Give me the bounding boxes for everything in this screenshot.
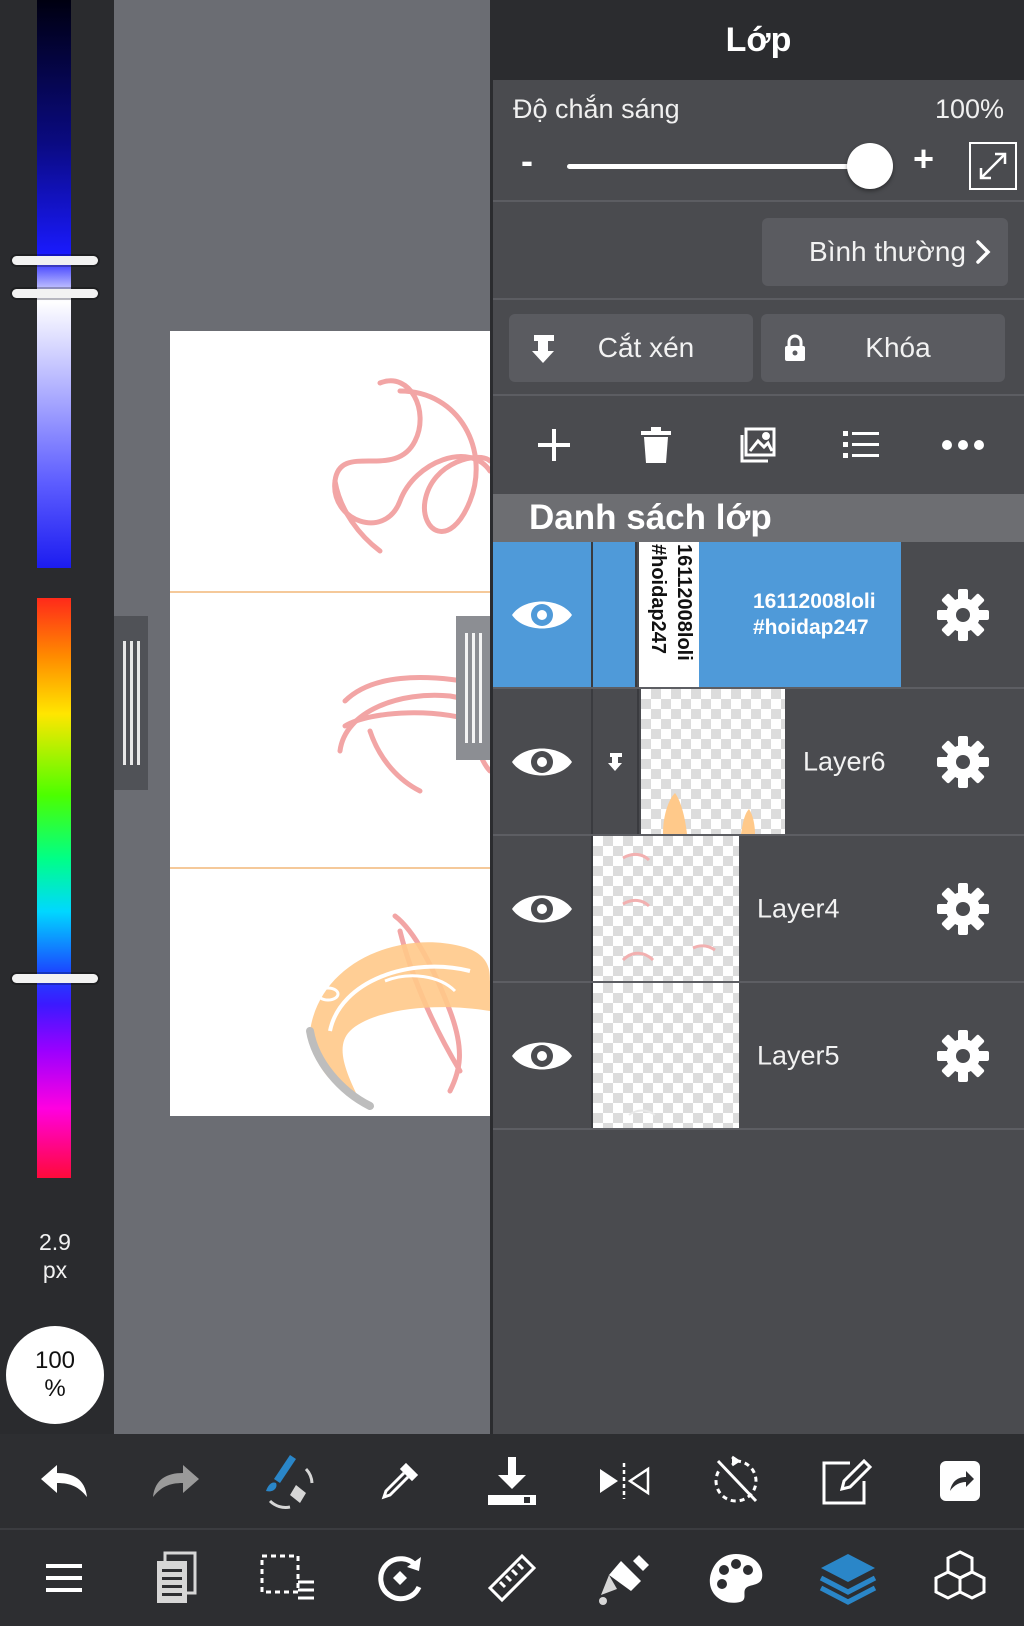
selection-icon[interactable] <box>253 1543 323 1613</box>
materials-icon[interactable] <box>925 1543 995 1613</box>
import-icon[interactable] <box>477 1446 547 1516</box>
thumbnail-text: 16112008loli #hoidap247 <box>647 544 695 661</box>
clipping-button[interactable]: Cắt xén <box>509 314 753 382</box>
hue-handle[interactable] <box>12 974 98 983</box>
brush-size-readout[interactable]: 2.9 px <box>20 1228 90 1284</box>
layer-list-title: Danh sách lớp <box>529 498 772 537</box>
layer-name[interactable]: 16112008loli #hoidap247 <box>743 542 901 687</box>
lock-button[interactable]: Khóa <box>761 314 1005 382</box>
layer-thumbnail <box>593 983 739 1128</box>
layer-name[interactable]: Layer4 <box>757 893 840 924</box>
add-layer-icon[interactable] <box>528 419 580 471</box>
sketch-artwork <box>306 378 490 1110</box>
more-icon[interactable] <box>937 419 989 471</box>
layer-name-line1: 16112008loli <box>753 589 876 613</box>
layer-opacity-section: Độ chắn sáng 100% - + <box>493 80 1024 202</box>
left-drawer-handle[interactable] <box>114 616 148 790</box>
brush-opacity-button[interactable]: 100 % <box>6 1326 104 1424</box>
layer-opacity-slider[interactable] <box>567 164 871 169</box>
clipping-label: Cắt xén <box>597 332 695 363</box>
layer-thumbnail <box>593 836 739 981</box>
layer-opacity-label: Độ chắn sáng <box>513 94 680 124</box>
layer-opacity-knob[interactable] <box>847 143 893 189</box>
layer-row[interactable]: Layer4 <box>493 836 1024 983</box>
flip-icon[interactable] <box>589 1446 659 1516</box>
layer-highlight <box>699 542 743 687</box>
layer-panel: Lớp Độ chắn sáng 100% - + Bình thường Cắ… <box>490 0 1024 1434</box>
brush-size-value: 2.9 <box>39 1229 71 1255</box>
layer-clip-indicator <box>593 542 637 687</box>
toolbar-row-menus <box>0 1530 1024 1626</box>
pages-icon[interactable] <box>141 1543 211 1613</box>
layer-row[interactable]: 16112008loli #hoidap247 16112008loli #ho… <box>493 542 1024 689</box>
rotate-view-icon[interactable] <box>365 1543 435 1613</box>
opacity-decrease-button[interactable]: - <box>521 140 533 182</box>
redo-icon[interactable] <box>141 1446 211 1516</box>
right-drawer-handle[interactable] <box>456 616 490 760</box>
brightness-handle[interactable] <box>12 289 98 298</box>
export-icon[interactable] <box>925 1446 995 1516</box>
visibility-eye-icon[interactable] <box>493 542 593 687</box>
expand-icon[interactable] <box>969 142 1017 190</box>
layer-name[interactable]: Layer5 <box>757 1040 840 1071</box>
color-strip: 2.9 px 100 % <box>0 0 114 1434</box>
blend-mode-section: Bình thường <box>493 202 1024 300</box>
layer-thumbnail: 16112008loli #hoidap247 <box>639 542 699 687</box>
brush-opacity-value: 100 <box>34 1347 76 1374</box>
paint-bucket-icon[interactable] <box>589 1543 659 1613</box>
snap-off-icon[interactable] <box>701 1446 771 1516</box>
edit-icon[interactable] <box>813 1446 883 1516</box>
layer-tool-row <box>493 396 1024 494</box>
panel-header: Lớp <box>493 0 1024 80</box>
visibility-eye-icon[interactable] <box>493 836 593 981</box>
layer-thumbnail <box>641 689 785 834</box>
bottom-toolbar <box>0 1434 1024 1626</box>
menu-icon[interactable] <box>29 1543 99 1613</box>
brightness-handle-top[interactable] <box>12 256 98 265</box>
chevron-right-icon <box>976 240 991 264</box>
list-icon[interactable] <box>835 419 887 471</box>
layers-icon[interactable] <box>813 1543 883 1613</box>
brightness-slider[interactable] <box>37 0 71 568</box>
layer-row[interactable]: Layer5 <box>493 983 1024 1130</box>
panel-title: Lớp <box>725 20 792 59</box>
layer-name[interactable]: Layer6 <box>803 746 886 777</box>
opacity-increase-button[interactable]: + <box>913 138 934 180</box>
gear-icon[interactable] <box>918 983 1008 1128</box>
layer-name-line2: #hoidap247 <box>753 615 869 639</box>
toolbar-row-actions <box>0 1434 1024 1530</box>
lock-label: Khóa <box>865 332 931 363</box>
brush-opacity-unit: % <box>44 1375 66 1402</box>
trash-icon[interactable] <box>630 419 682 471</box>
blend-mode-label: Bình thường <box>809 236 966 267</box>
brush-transform-icon[interactable] <box>253 1446 323 1516</box>
layer-list-header: Danh sách lớp <box>493 494 1024 542</box>
ruler-icon[interactable] <box>477 1543 547 1613</box>
clip-lock-section: Cắt xén Khóa <box>493 300 1024 396</box>
undo-icon[interactable] <box>29 1446 99 1516</box>
hue-slider[interactable] <box>37 598 71 1178</box>
layer-image-icon[interactable] <box>732 419 784 471</box>
layer-row[interactable]: Layer6 <box>493 689 1024 836</box>
guide-line <box>170 867 490 869</box>
gear-icon[interactable] <box>918 689 1008 834</box>
visibility-eye-icon[interactable] <box>493 983 593 1128</box>
guide-line <box>170 591 490 593</box>
clip-arrow-icon <box>593 689 639 834</box>
blend-mode-button[interactable]: Bình thường <box>762 218 1008 286</box>
drawing-canvas[interactable] <box>170 331 490 1116</box>
gear-icon[interactable] <box>918 542 1008 687</box>
layer-opacity-value: 100% <box>934 94 1004 124</box>
palette-icon[interactable] <box>701 1543 771 1613</box>
brush-size-unit: px <box>42 1257 68 1283</box>
gear-icon[interactable] <box>918 836 1008 981</box>
visibility-eye-icon[interactable] <box>493 689 593 834</box>
eyedropper-icon[interactable] <box>365 1446 435 1516</box>
canvas-area[interactable] <box>114 0 490 1434</box>
